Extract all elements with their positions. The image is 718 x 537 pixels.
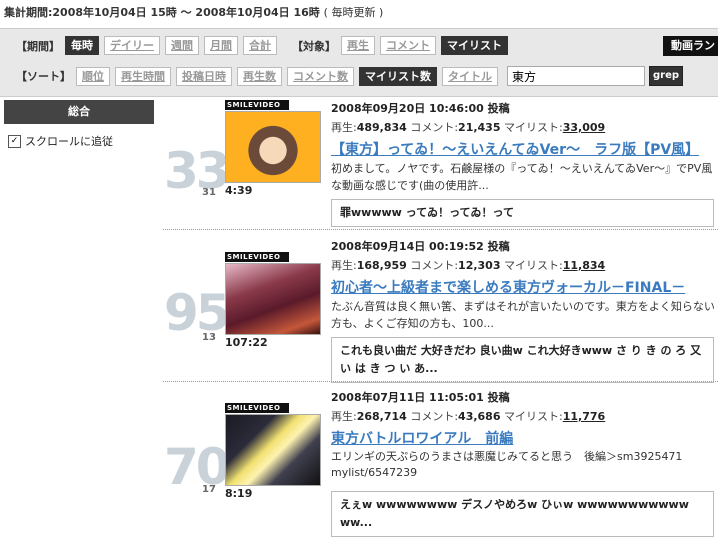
play-count: 268,714 [356,410,407,423]
follow-scroll-option[interactable]: ✓ スクロールに追従 [8,133,113,149]
video-ranking-button[interactable]: 動画ランキング [663,36,718,56]
filter-row-period-target: 【期間】 毎時 デイリー 週間 月間 合計 【対象】 再生 コメント マイリスト [16,36,513,55]
plays-label: 再生: [331,259,357,272]
video-stats: 再生:268,714 コメント:43,686 マイリスト:11,776 [331,408,716,424]
target-plays-button[interactable]: 再生 [341,36,375,55]
video-length: 8:19 [225,487,253,500]
video-description: 初めまして。ノヤです。石鹸屋様の『ってゐ！～えいえんてゐVer～』でPV風な動画… [331,162,713,192]
comment-count: 12,303 [458,259,501,272]
video-thumbnail[interactable] [225,111,321,183]
entry-info: 2008年09月14日 00:19:52 投稿 再生:168,959 コメント:… [331,238,716,383]
video-title-link[interactable]: 東方バトルロワイアル 前編 [331,428,716,448]
filter-row-sort: 【ソート】 順位 再生時間 投稿日時 再生数 コメント数 マイリスト数 タイトル… [16,66,683,86]
video-description-line: エリンギの天ぷらのうまさは悪魔じみてると思う 後編＞sm3925471 [331,450,683,463]
sort-plays-button[interactable]: 再生数 [237,66,282,86]
thumbnail-block: SMILEVIDEO 4:39 [225,100,321,197]
comment-count: 21,435 [458,121,501,134]
entry-info: 2008年09月20日 10:46:00 投稿 再生:489,834 コメント:… [331,100,716,227]
video-thumbnail[interactable] [225,414,321,486]
period-daily-button[interactable]: デイリー [104,36,160,55]
period-monthly-button[interactable]: 月間 [204,36,238,55]
target-comments-button[interactable]: コメント [380,36,436,55]
video-stats: 再生:489,834 コメント:21,435 マイリスト:33,009 [331,119,716,135]
rank-number: 95 [164,284,231,342]
ranking-entry: 95 13 SMILEVIDEO 107:22 2008年09月14日 00:1… [160,238,718,383]
grep-button[interactable]: grep [649,66,683,86]
thumbnail-block: SMILEVIDEO 8:19 [225,403,321,500]
target-mylist-button[interactable]: マイリスト [441,36,508,55]
video-length: 4:39 [225,184,253,197]
period-label: 集計期間: [4,6,53,19]
comments-label: コメント: [410,121,459,134]
comment-count: 43,686 [458,410,501,423]
video-length: 107:22 [225,336,268,349]
sort-comments-button[interactable]: コメント数 [287,66,354,86]
mylist-label: マイリスト: [504,121,563,134]
video-title-link[interactable]: 初心者～上級者まで楽しめる東方ヴォーカル－FINAL－ [331,277,716,297]
sidebar-heading: 総合 [4,100,154,124]
latest-comments: えぇw wwwwwwww デスノやめろw ひぃw wwwwwwwwwww ww.… [331,491,714,537]
period-hourly-button[interactable]: 毎時 [65,36,99,55]
period-range: 2008年10月04日 15時 ～ 2008年10月04日 16時 [52,6,320,19]
sort-posted-button[interactable]: 投稿日時 [176,66,232,86]
sort-duration-button[interactable]: 再生時間 [115,66,171,86]
smilevideo-badge: SMILEVIDEO [225,403,289,413]
previous-rank: 31 [202,187,216,198]
plays-label: 再生: [331,121,357,134]
smilevideo-badge: SMILEVIDEO [225,100,289,110]
entry-divider [163,381,718,382]
ranking-period: 集計期間:2008年10月04日 15時 ～ 2008年10月04日 16時 (… [4,4,383,20]
video-title-link[interactable]: 【東方】ってゐ！～えいえんてゐVer～ ラフ版【PV風】 [331,139,716,159]
mylist-count[interactable]: 11,834 [563,259,605,272]
play-count: 489,834 [356,121,407,134]
latest-comments: これも良い曲だ 大好きだわ 良い曲w これ大好きwww さ り き の ろ 又 … [331,337,714,383]
smilevideo-badge: SMILEVIDEO [225,252,289,262]
sort-title-button[interactable]: タイトル [442,66,498,86]
video-description: エリンギの天ぷらのうまさは悪魔じみてると思う 後編＞sm3925471 myli… [331,449,716,481]
thumbnail-block: SMILEVIDEO 107:22 [225,252,321,349]
period-filter-label: 【期間】 [16,39,60,53]
follow-scroll-label: スクロールに追従 [25,135,113,148]
ranking-entry: 70 17 SMILEVIDEO 8:19 2008年07月11日 11:05:… [160,389,718,537]
play-count: 168,959 [356,259,407,272]
posted-date: 2008年09月14日 00:19:52 投稿 [331,240,510,253]
plays-label: 再生: [331,410,357,423]
filter-bar: 【期間】 毎時 デイリー 週間 月間 合計 【対象】 再生 コメント マイリスト… [0,28,718,97]
period-note: ( 毎時更新 ) [323,6,384,19]
video-thumbnail[interactable] [225,263,321,335]
ranking-entry: 33 31 SMILEVIDEO 4:39 2008年09月20日 10:46:… [160,100,718,227]
previous-rank: 13 [202,332,216,343]
video-description-line: mylist/6547239 [331,466,418,479]
posted-date: 2008年07月11日 11:05:01 投稿 [331,391,510,404]
period-total-button[interactable]: 合計 [243,36,277,55]
mylist-count[interactable]: 33,009 [563,121,605,134]
mylist-count[interactable]: 11,776 [563,410,605,423]
mylist-label: マイリスト: [504,410,563,423]
comments-label: コメント: [410,410,459,423]
target-filter-label: 【対象】 [292,39,336,53]
rank-number: 70 [164,438,231,496]
video-description: たぶん音質は良く無い筈、まずはそれが言いたいのです。東方をよく知らない方も、よく… [331,300,715,330]
rank-number: 33 [164,142,231,200]
comments-label: コメント: [410,259,459,272]
grep-search-input[interactable] [507,66,645,86]
period-weekly-button[interactable]: 週間 [165,36,199,55]
sort-rank-button[interactable]: 順位 [76,66,110,86]
previous-rank: 17 [202,484,216,495]
video-stats: 再生:168,959 コメント:12,303 マイリスト:11,834 [331,257,716,273]
follow-scroll-checkbox[interactable]: ✓ [8,134,21,148]
entry-divider [163,229,718,230]
latest-comments: 罪wwwww ってゐ！ってゐ！って [331,199,714,227]
posted-date: 2008年09月20日 10:46:00 投稿 [331,102,510,115]
entry-info: 2008年07月11日 11:05:01 投稿 再生:268,714 コメント:… [331,389,716,537]
sort-mylist-button[interactable]: マイリスト数 [359,66,437,86]
mylist-label: マイリスト: [504,259,563,272]
sort-filter-label: 【ソート】 [16,70,71,83]
